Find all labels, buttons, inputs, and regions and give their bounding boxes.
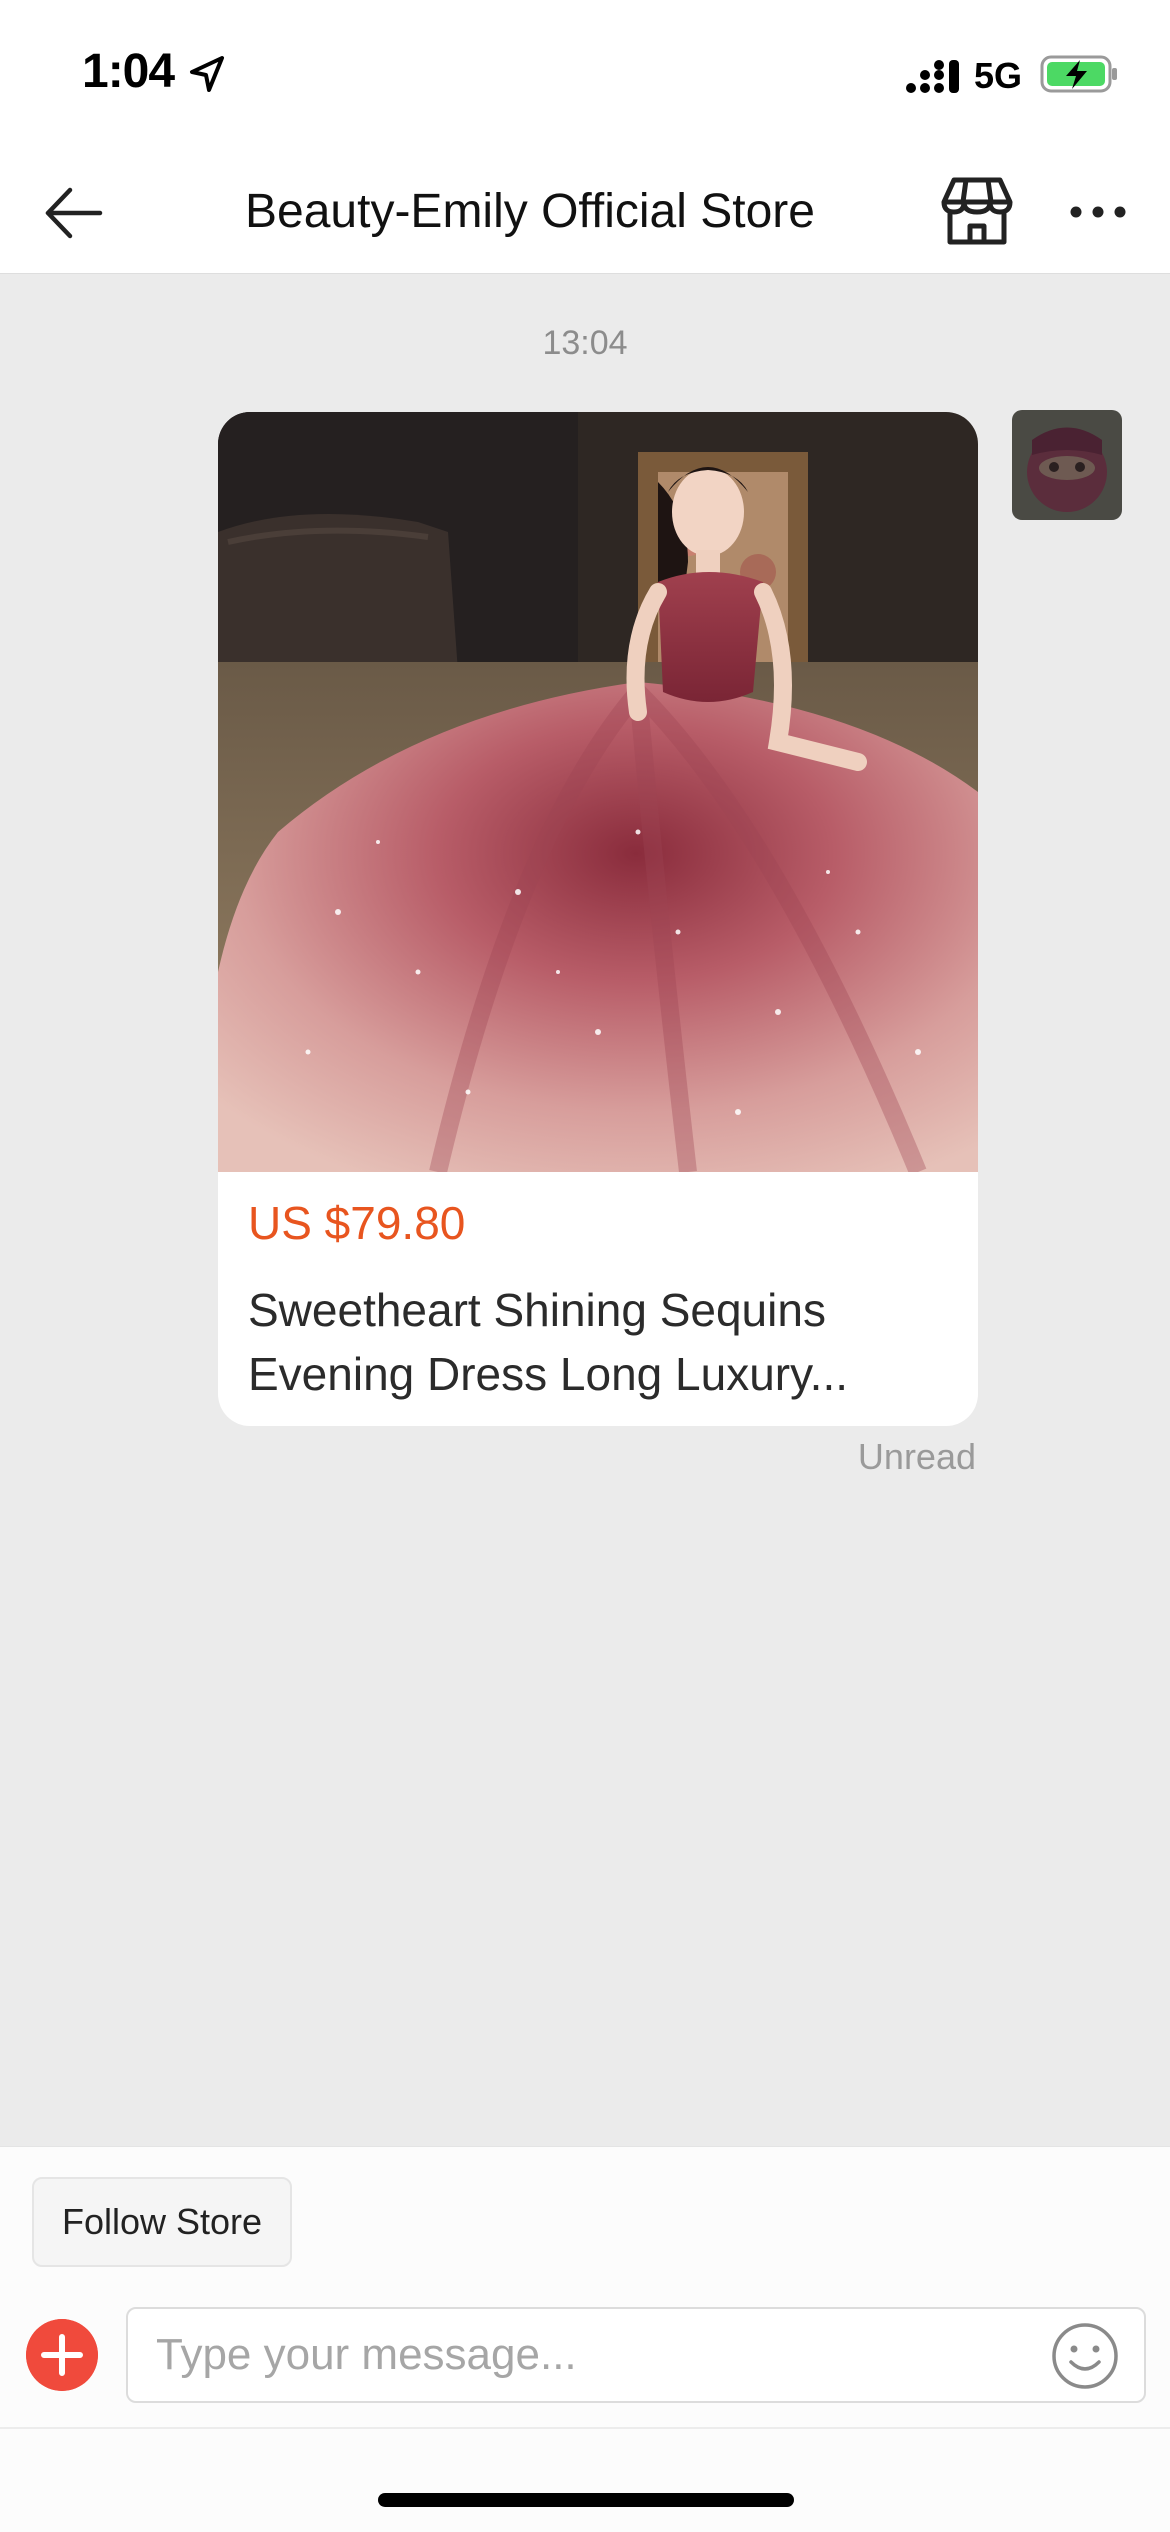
nav-header: Beauty-Emily Official Store [0, 150, 1170, 274]
location-arrow-icon [190, 56, 224, 92]
product-name: Sweetheart Shining Sequins Evening Dress… [248, 1284, 849, 1400]
network-type: 5G [974, 55, 1023, 96]
cellular-signal-icon [906, 60, 959, 93]
message-input-box[interactable] [126, 2307, 1146, 2403]
emoji-icon[interactable] [1050, 2321, 1120, 2391]
divider [0, 2427, 1170, 2429]
store-title: Beauty-Emily Official Store [245, 185, 815, 238]
follow-store-button[interactable]: Follow Store [32, 2177, 292, 2267]
message-timestamp: 13:04 [542, 324, 628, 362]
read-status: Unread [857, 1436, 976, 1477]
store-icon[interactable] [940, 174, 1014, 248]
product-image[interactable] [218, 412, 978, 1172]
more-icon[interactable] [1066, 190, 1130, 234]
chat-area[interactable]: 13:04 US $79.80 Sweetheart Shining Sequi… [0, 274, 1170, 2146]
battery-charging-icon [1040, 55, 1117, 93]
plus-icon[interactable] [26, 2319, 98, 2391]
home-indicator[interactable] [378, 2493, 794, 2507]
status-time: 1:04 [82, 45, 175, 98]
product-card[interactable]: US $79.80 Sweetheart Shining Sequins Eve… [218, 412, 978, 1426]
status-bar: 1:04 5G [0, 0, 1170, 150]
product-price: US $79.80 [248, 1197, 466, 1249]
bottom-panel: Follow Store [0, 2146, 1170, 2532]
back-arrow-icon[interactable] [40, 180, 106, 246]
message-input[interactable] [156, 2309, 1036, 2401]
user-avatar[interactable] [1012, 410, 1122, 520]
